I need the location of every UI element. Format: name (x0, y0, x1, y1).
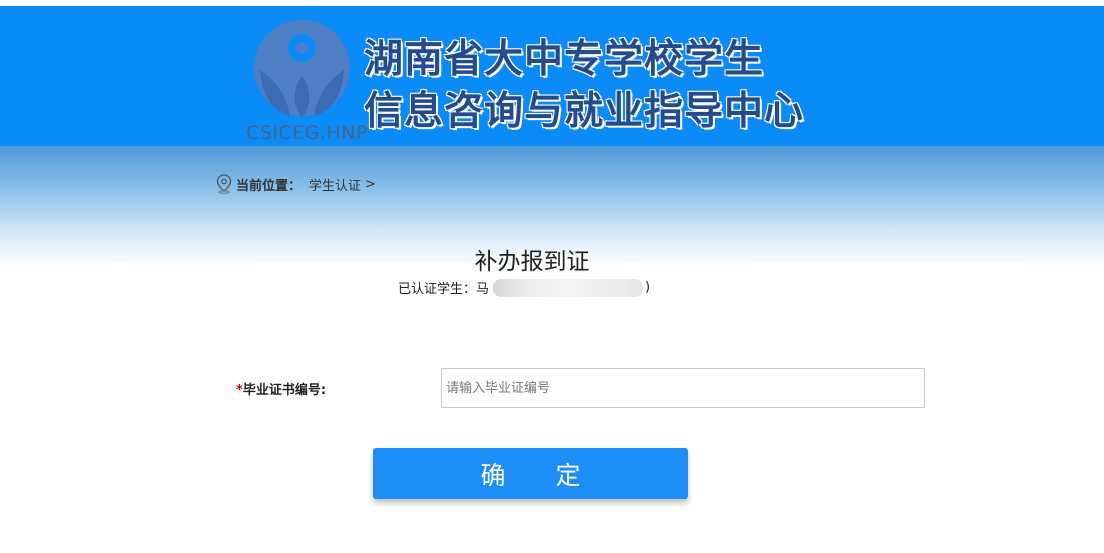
csiceg-logo-icon (254, 20, 350, 118)
breadcrumb-current[interactable]: 学生认证 (309, 175, 361, 194)
org-name: 湖南省大中专学校学生 信息咨询与就业指导中心 (364, 34, 804, 138)
student-name-fragment: 马 (476, 282, 490, 297)
confirm-button[interactable]: 确定 (373, 448, 688, 499)
header-banner: CSICEG.HNP 湖南省大中专学校学生 信息咨询与就业指导中心 (0, 6, 1104, 146)
student-info: 已认证学生： 马 ) (398, 278, 650, 297)
student-close-paren: ) (645, 280, 651, 295)
page-title: 补办报到证 (474, 249, 590, 275)
cert-number-input[interactable] (441, 368, 925, 408)
breadcrumb-label: 当前位置： (236, 178, 302, 194)
student-name-redacted (493, 278, 644, 297)
cert-number-label: *毕业证书编号: (236, 379, 326, 398)
breadcrumb: 当前位置： 学生认证 > (216, 174, 376, 194)
student-label: 已认证学生： (398, 282, 477, 297)
breadcrumb-separator: > (365, 176, 376, 192)
org-name-line2: 信息咨询与就业指导中心 (364, 89, 805, 134)
cert-number-label-text: 毕业证书编号: (242, 383, 327, 398)
logo-text: CSICEG.HNP (246, 122, 368, 144)
location-pin-icon (216, 174, 232, 194)
required-mark: * (236, 383, 243, 398)
org-name-line1: 湖南省大中专学校学生 (364, 37, 765, 82)
